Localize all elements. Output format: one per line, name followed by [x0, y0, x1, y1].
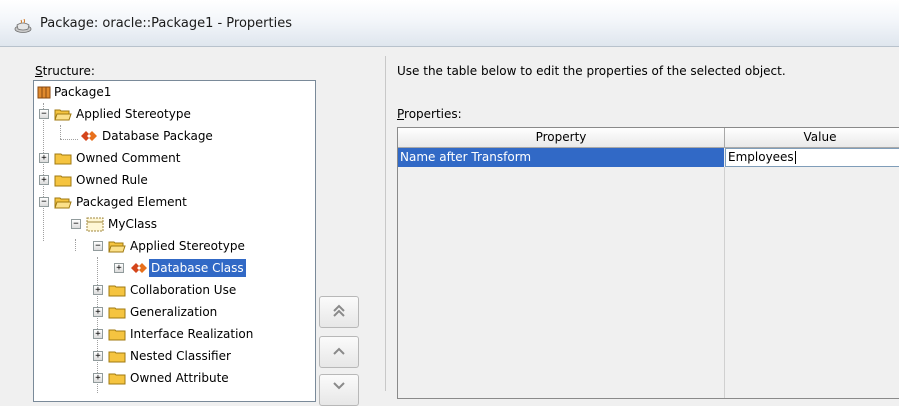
stereotype-icon [131, 263, 147, 273]
chevron-down-icon [333, 382, 345, 390]
tree-node-owned-attribute[interactable]: + Owned Attribute [34, 369, 315, 387]
tree-node-nested-classifier[interactable]: + Nested Classifier [34, 347, 315, 365]
folder-icon [54, 153, 72, 165]
value-text: Employees [728, 150, 794, 164]
tree-node-myclass[interactable]: − MyClass [34, 215, 315, 233]
value-input[interactable]: Employees [725, 148, 899, 167]
folder-open-icon [54, 197, 72, 209]
folder-icon [108, 307, 126, 319]
move-up-button[interactable] [319, 336, 359, 368]
properties-table[interactable]: Property Value Name after Transform Empl… [397, 127, 899, 399]
tree-node-generalization[interactable]: + Generalization [34, 303, 315, 321]
expand-toggle[interactable]: + [93, 351, 103, 361]
column-grid-line [724, 167, 725, 398]
instruction-text: Use the table below to edit the properti… [397, 64, 786, 78]
stereotype-icon [81, 131, 97, 141]
tree-node-interface-realization[interactable]: + Interface Realization [34, 325, 315, 343]
properties-label: Properties: [397, 107, 462, 121]
tree-node-owned-comment[interactable]: + Owned Comment [34, 149, 315, 167]
tree-node-package1[interactable]: Package1 [34, 83, 315, 101]
window-title: Package: oracle::Package1 - Properties [40, 16, 292, 31]
collapse-toggle[interactable]: − [71, 219, 81, 229]
expand-toggle[interactable]: + [93, 373, 103, 383]
table-header: Property Value [398, 128, 899, 148]
table-row[interactable]: Name after Transform Employees [398, 148, 899, 167]
folder-icon [108, 373, 126, 385]
folder-icon [108, 351, 126, 363]
property-cell[interactable]: Name after Transform [398, 148, 724, 167]
expand-toggle[interactable]: + [93, 329, 103, 339]
tree-node-database-class[interactable]: + Database Class [34, 259, 315, 277]
tree-node-owned-rule[interactable]: + Owned Rule [34, 171, 315, 189]
collapse-toggle[interactable]: − [39, 109, 49, 119]
move-down-button[interactable] [319, 374, 359, 406]
expand-toggle[interactable]: + [39, 175, 49, 185]
tree-node-collaboration-use[interactable]: + Collaboration Use [34, 281, 315, 299]
tree-node-packaged-element[interactable]: − Packaged Element [34, 193, 315, 211]
move-to-top-button[interactable] [319, 296, 359, 328]
chevron-up-icon [333, 347, 345, 355]
tree-node-database-package[interactable]: Database Package [34, 127, 315, 145]
double-chevron-up-icon [333, 304, 345, 317]
app-cup-icon [14, 19, 32, 33]
folder-open-icon [108, 241, 126, 253]
folder-open-icon [54, 109, 72, 121]
expand-toggle[interactable]: + [39, 153, 49, 163]
package-icon [37, 86, 51, 99]
folder-icon [108, 329, 126, 341]
tree-node-applied-stereotype[interactable]: − Applied Stereotype [34, 105, 315, 123]
expand-toggle[interactable]: + [114, 263, 124, 273]
structure-tree[interactable]: Package1 − Applied Stereotype Database P… [33, 80, 316, 402]
folder-icon [54, 175, 72, 187]
collapse-toggle[interactable]: − [39, 197, 49, 207]
text-caret [794, 151, 796, 164]
class-icon [86, 217, 104, 232]
panel-divider [385, 56, 386, 391]
column-header-value[interactable]: Value [725, 128, 899, 147]
collapse-toggle[interactable]: − [93, 241, 103, 251]
tree-node-myclass-applied-stereotype[interactable]: − Applied Stereotype [34, 237, 315, 255]
expand-toggle[interactable]: + [93, 285, 103, 295]
column-header-property[interactable]: Property [398, 128, 724, 147]
structure-label: Structure: [35, 64, 95, 78]
title-bar: Package: oracle::Package1 - Properties [0, 0, 899, 47]
expand-toggle[interactable]: + [93, 307, 103, 317]
folder-icon [108, 285, 126, 297]
